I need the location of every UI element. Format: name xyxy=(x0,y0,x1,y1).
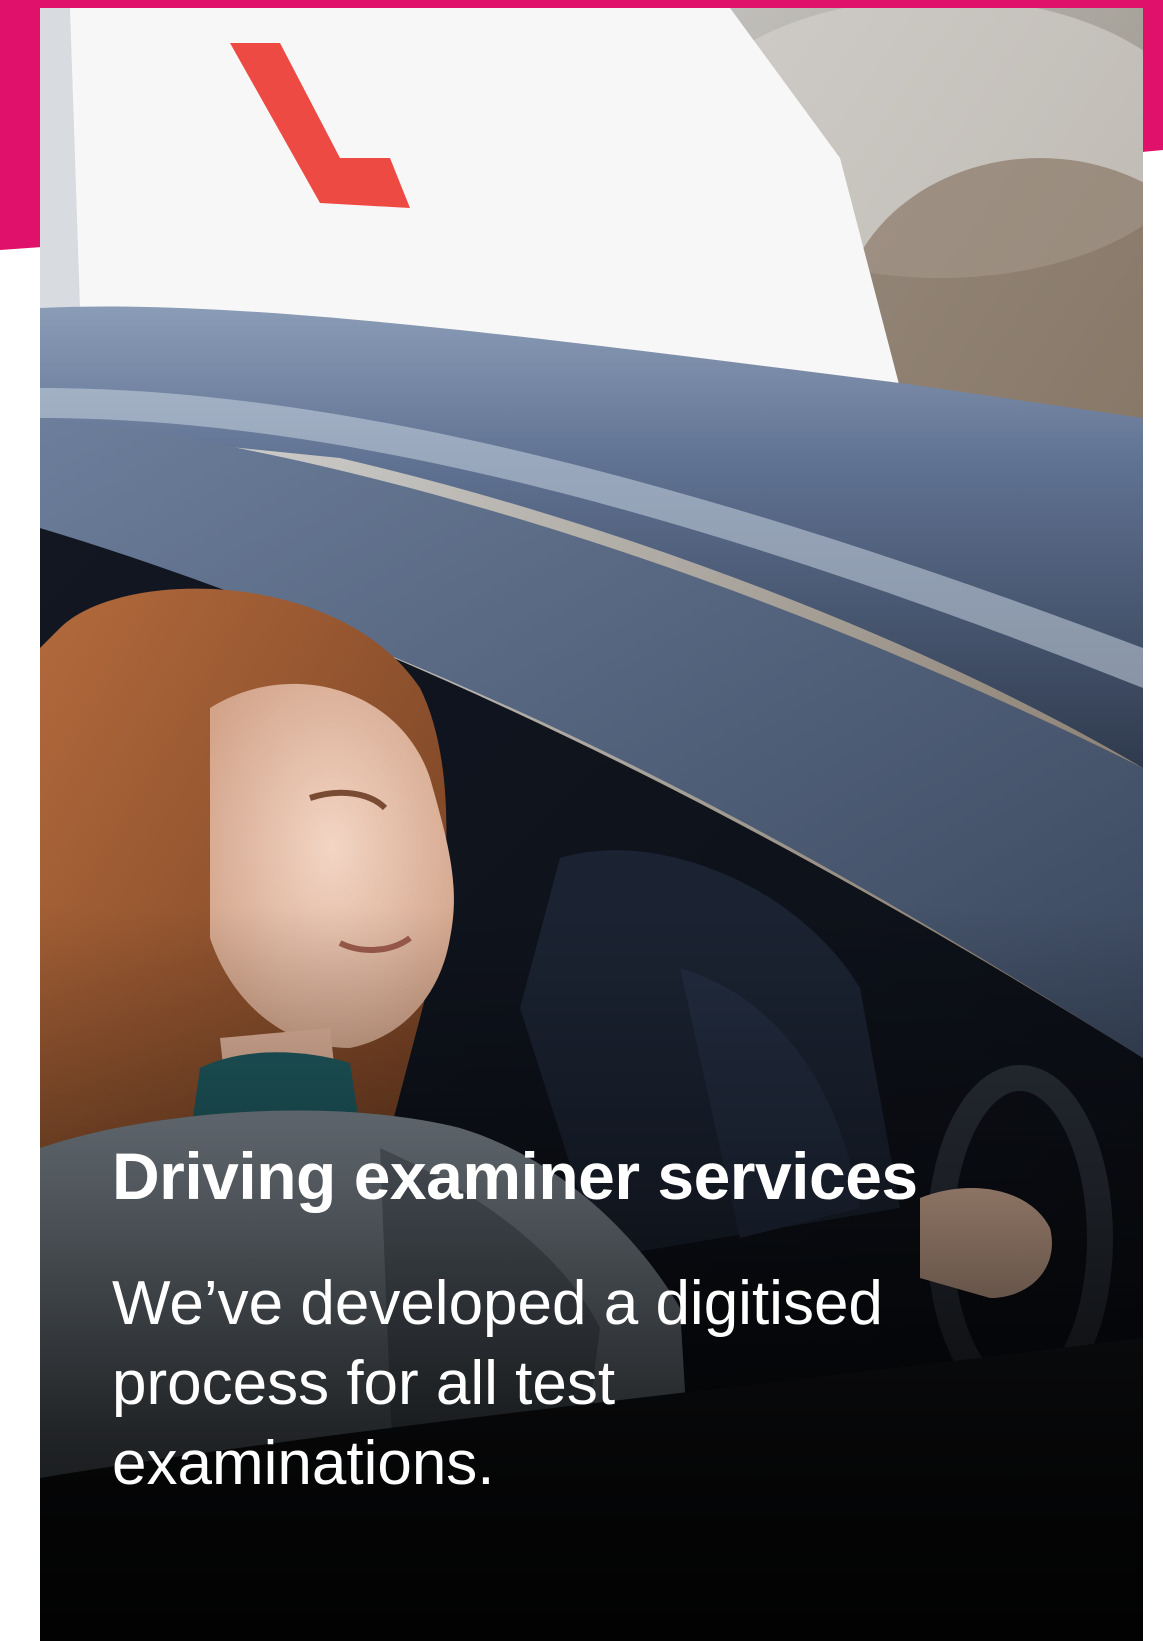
page: Driving examiner services We’ve develope… xyxy=(0,0,1163,1641)
service-card[interactable]: Driving examiner services We’ve develope… xyxy=(40,8,1143,1641)
card-title: Driving examiner services xyxy=(112,1139,918,1213)
card-description: We’ve developed a digitised process for … xyxy=(112,1269,883,1498)
card-text-block: Driving examiner services We’ve develope… xyxy=(112,1136,992,1504)
